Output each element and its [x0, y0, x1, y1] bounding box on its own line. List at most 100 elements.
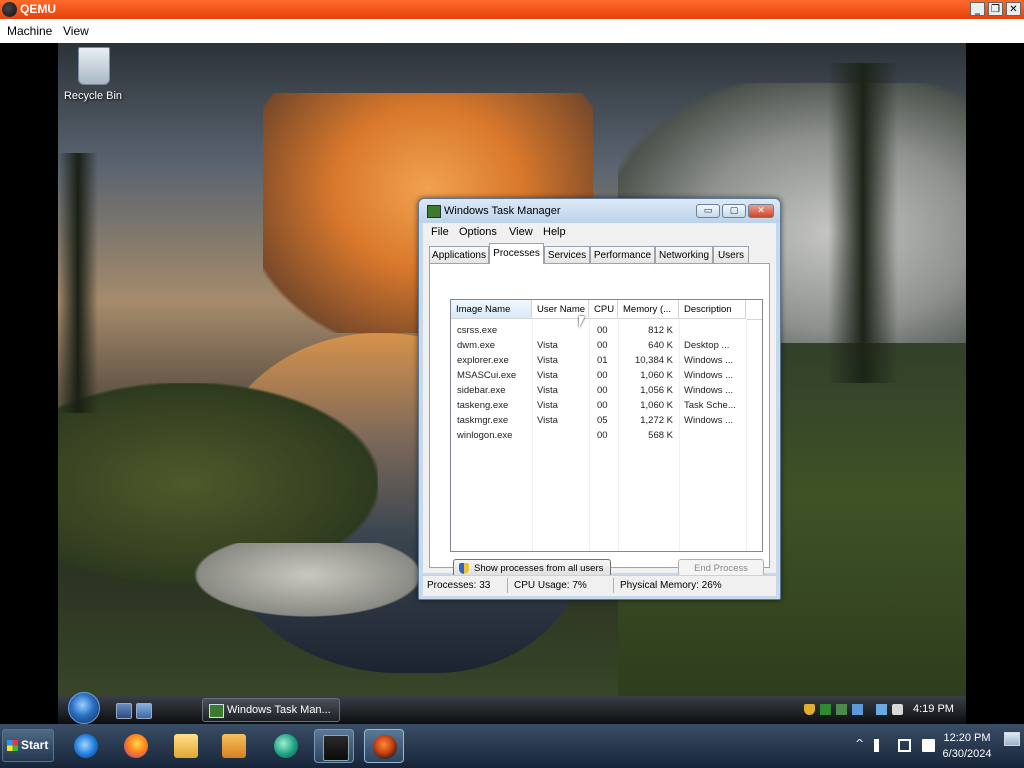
- terminal-icon: [323, 735, 349, 761]
- status-separator: [507, 578, 508, 593]
- cell-user-name: Vista: [537, 340, 558, 351]
- column-divider: [532, 319, 533, 551]
- cell-description: Windows ...: [684, 355, 734, 366]
- menu-machine[interactable]: Machine: [7, 24, 52, 38]
- sidebar-tray-icon[interactable]: [836, 704, 847, 715]
- table-row[interactable]: taskmgr.exe Vista 05 1,272 K Windows ...: [451, 413, 762, 428]
- switch-windows-icon[interactable]: [136, 703, 152, 719]
- column-image-name[interactable]: Image Name: [451, 300, 532, 319]
- table-row[interactable]: csrss.exe 00 812 K: [451, 323, 762, 338]
- cell-description: Desktop ...: [684, 340, 730, 351]
- qemu-app-icon: [2, 2, 17, 17]
- column-cpu[interactable]: CPU: [589, 300, 618, 319]
- status-separator: [613, 578, 614, 593]
- tm-menu-view[interactable]: View: [509, 226, 533, 238]
- column-divider: [746, 319, 747, 551]
- cell-cpu: 00: [597, 385, 608, 396]
- tm-menu-file[interactable]: File: [431, 226, 449, 238]
- recycle-bin-label: Recycle Bin: [63, 90, 123, 102]
- host-clock-date[interactable]: 6/30/2024: [930, 748, 1004, 760]
- status-processes: Processes: 33: [427, 580, 491, 591]
- recycle-bin-icon: [78, 47, 110, 85]
- column-divider: [679, 319, 680, 551]
- guest-clock[interactable]: 4:19 PM: [913, 703, 954, 715]
- table-row[interactable]: MSASCui.exe Vista 00 1,060 K Windows ...: [451, 368, 762, 383]
- recycle-bin-desktop-icon[interactable]: Recycle Bin: [58, 43, 128, 105]
- security-shield-icon[interactable]: [804, 704, 815, 715]
- column-memory[interactable]: Memory (...: [618, 300, 679, 319]
- windows-logo-icon: [7, 740, 18, 751]
- vista-start-orb-icon[interactable]: [68, 692, 100, 724]
- table-row[interactable]: taskeng.exe Vista 00 1,060 K Task Sche..…: [451, 398, 762, 413]
- process-list[interactable]: Image Name User Name CPU Memory (... Des…: [450, 299, 763, 552]
- tm-maximize-button[interactable]: ▢: [722, 204, 746, 218]
- table-row[interactable]: sidebar.exe Vista 00 1,056 K Windows ...: [451, 383, 762, 398]
- host-clock-time[interactable]: 12:20 PM: [930, 732, 1004, 744]
- cell-cpu: 00: [597, 370, 608, 381]
- menu-view[interactable]: View: [63, 24, 89, 38]
- wallpaper-tree: [58, 153, 98, 413]
- task-manager-icon: [209, 704, 224, 718]
- show-all-processes-label: Show processes from all users: [474, 563, 604, 574]
- cell-description: Task Sche...: [684, 400, 736, 411]
- qemu-titlebar[interactable]: QEMU _ ❐ ✕: [0, 0, 1024, 19]
- status-cpu-usage: CPU Usage: 7%: [514, 580, 587, 591]
- qemu-restore-button[interactable]: ❐: [988, 2, 1003, 16]
- tab-services[interactable]: Services: [544, 246, 590, 263]
- column-description[interactable]: Description: [679, 300, 746, 319]
- media-player-icon: [222, 734, 246, 758]
- table-row[interactable]: explorer.exe Vista 01 10,384 K Windows .…: [451, 353, 762, 368]
- defender-icon[interactable]: [820, 704, 831, 715]
- status-physical-memory: Physical Memory: 26%: [620, 580, 722, 591]
- network-icon[interactable]: [898, 739, 911, 752]
- tab-processes[interactable]: Processes: [489, 243, 544, 264]
- tab-users[interactable]: Users: [713, 246, 749, 263]
- cell-image-name: explorer.exe: [457, 355, 509, 366]
- cell-cpu: 00: [597, 430, 608, 441]
- tab-applications[interactable]: Applications: [429, 246, 489, 263]
- network-icon[interactable]: [876, 704, 887, 715]
- pinned-firefox[interactable]: [116, 729, 156, 763]
- taskbar-button-task-manager[interactable]: Windows Task Man...: [202, 698, 340, 722]
- tab-networking[interactable]: Networking: [655, 246, 713, 263]
- pinned-browser[interactable]: [266, 729, 306, 763]
- tm-close-button[interactable]: ✕: [748, 204, 774, 218]
- cell-image-name: sidebar.exe: [457, 385, 506, 396]
- guest-taskbar: Windows Task Man... 4:19 PM: [58, 692, 966, 724]
- cell-user-name: [537, 428, 587, 443]
- cell-description: Windows ...: [684, 385, 734, 396]
- qemu-minimize-button[interactable]: _: [970, 2, 985, 16]
- pinned-qemu[interactable]: [364, 729, 404, 763]
- volume-muted-icon[interactable]: [892, 704, 903, 715]
- pinned-file-explorer[interactable]: [166, 729, 206, 763]
- qemu-close-button[interactable]: ✕: [1006, 2, 1021, 16]
- tm-menu-options[interactable]: Options: [459, 226, 497, 238]
- cell-user-name: Vista: [537, 415, 558, 426]
- show-desktop-icon[interactable]: [116, 703, 132, 719]
- cell-user-name: Vista: [537, 370, 558, 381]
- column-header-filler: [746, 300, 762, 320]
- cell-cpu: 00: [597, 340, 608, 351]
- cell-image-name: taskmgr.exe: [457, 415, 509, 426]
- table-row[interactable]: winlogon.exe 00 568 K: [451, 428, 762, 443]
- qemu-window-title: QEMU: [20, 2, 56, 16]
- action-center-flag-icon[interactable]: [874, 739, 887, 752]
- start-button[interactable]: Start: [2, 729, 54, 762]
- display-tray-icon[interactable]: [852, 704, 863, 715]
- pinned-media-player[interactable]: [214, 729, 254, 763]
- tab-performance[interactable]: Performance: [590, 246, 655, 263]
- mouse-cursor-icon: [579, 316, 585, 328]
- tray-overflow-icon[interactable]: ^: [855, 737, 864, 750]
- task-manager-statusbar: Processes: 33 CPU Usage: 7% Physical Mem…: [423, 575, 776, 596]
- show-desktop-button[interactable]: [1004, 732, 1020, 746]
- tm-minimize-button[interactable]: ▭: [696, 204, 720, 218]
- pinned-internet-explorer[interactable]: [66, 729, 106, 763]
- tm-menu-help[interactable]: Help: [543, 226, 566, 238]
- cell-user-name: Vista: [537, 385, 558, 396]
- pinned-terminal[interactable]: [314, 729, 354, 763]
- task-manager-window[interactable]: Windows Task Manager ▭ ▢ ✕ File Options …: [418, 198, 781, 600]
- start-label: Start: [21, 738, 49, 752]
- task-manager-titlebar[interactable]: Windows Task Manager ▭ ▢ ✕: [419, 199, 780, 223]
- cell-memory: 10,384 K: [634, 355, 673, 366]
- table-row[interactable]: dwm.exe Vista 00 640 K Desktop ...: [451, 338, 762, 353]
